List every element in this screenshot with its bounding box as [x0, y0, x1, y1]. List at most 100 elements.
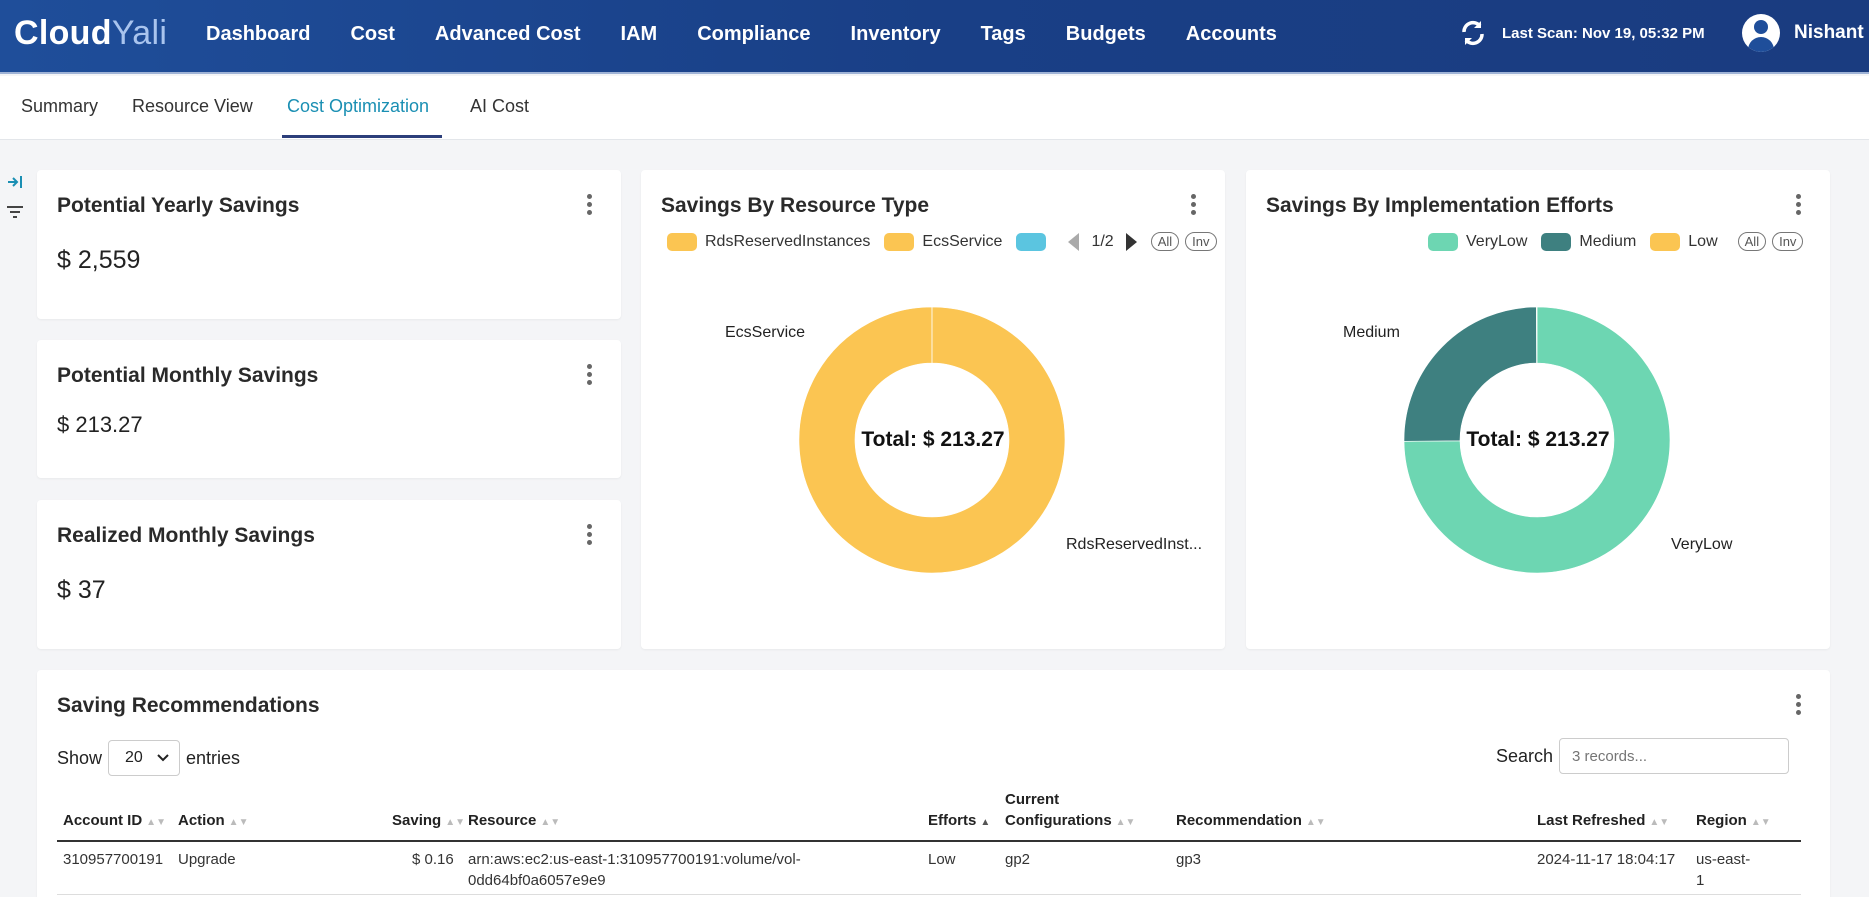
- nav-budgets[interactable]: Budgets: [1066, 23, 1146, 46]
- cloudyali-logo[interactable]: CloudYali: [14, 14, 167, 53]
- col-recommendation[interactable]: Recommendation ▲▼: [1176, 810, 1326, 833]
- yearly-savings-title: Potential Yearly Savings: [57, 194, 300, 217]
- more-options-icon[interactable]: [1191, 194, 1197, 218]
- recommendations-card: Saving Recommendations Show 20 entries S…: [37, 670, 1830, 897]
- nav-cost[interactable]: Cost: [350, 23, 394, 46]
- effort-chart-legend: VeryLow Medium Low All Inv: [1428, 232, 1804, 251]
- sort-icon: ▲▼: [540, 817, 561, 828]
- cell-saving: $ 0.16: [412, 851, 454, 868]
- more-options-icon[interactable]: [587, 524, 593, 548]
- user-avatar-icon: [1742, 14, 1780, 52]
- col-action[interactable]: Action ▲▼: [178, 810, 248, 833]
- legend-swatch: [1016, 232, 1047, 251]
- col-account-id[interactable]: Account ID ▲▼: [63, 810, 166, 833]
- entries-value: 20: [125, 749, 143, 766]
- legend-select-all[interactable]: All: [1737, 232, 1767, 251]
- resource-label-ecs: EcsService: [725, 324, 806, 341]
- search-input[interactable]: [1559, 738, 1789, 774]
- nav-iam[interactable]: IAM: [621, 23, 658, 46]
- cell-resource: arn:aws:ec2:us-east-1:310957700191:volum…: [468, 851, 801, 889]
- sub-tabs: Summary Resource View Cost Optimization …: [0, 76, 1869, 140]
- effort-label-medium: Medium: [1343, 324, 1400, 341]
- more-options-icon[interactable]: [1796, 694, 1802, 718]
- resource-chart-title: Savings By Resource Type: [661, 194, 930, 217]
- legend-page: 1/2: [1091, 232, 1114, 250]
- left-rail: [6, 174, 28, 234]
- legend-prev-icon[interactable]: [1068, 232, 1080, 251]
- effort-donut-total: Total: $ 213.27: [1466, 428, 1610, 451]
- legend-swatch: [1541, 232, 1572, 251]
- effort-chart-card: Savings By Implementation Efforts VeryLo…: [1246, 170, 1830, 649]
- sort-asc-icon: ▲: [980, 817, 991, 828]
- show-label: Show: [57, 747, 103, 768]
- page-size-control: Show 20 entries: [57, 740, 240, 776]
- donut-slice-medium[interactable]: [1403, 306, 1537, 442]
- realized-savings-title: Realized Monthly Savings: [57, 524, 315, 547]
- col-region[interactable]: Region ▲▼: [1696, 810, 1771, 833]
- monthly-savings-title: Potential Monthly Savings: [57, 364, 319, 387]
- effort-label-verylow: VeryLow: [1671, 536, 1733, 553]
- nav-accounts[interactable]: Accounts: [1186, 23, 1277, 46]
- last-scan-text: Last Scan: Nov 19, 05:32 PM: [1502, 24, 1705, 42]
- donut-slice-low[interactable]: [1536, 306, 1538, 364]
- col-resource[interactable]: Resource ▲▼: [468, 810, 560, 833]
- sort-icon: ▲▼: [1115, 817, 1136, 828]
- tab-summary[interactable]: Summary: [21, 96, 98, 117]
- search-label: Search: [1496, 746, 1554, 766]
- table-header-divider: [57, 840, 1801, 842]
- resource-donut-total: Total: $ 213.27: [861, 428, 1005, 451]
- nav-compliance[interactable]: Compliance: [697, 23, 810, 46]
- user-menu[interactable]: Nishant ▼: [1742, 14, 1869, 52]
- nav-dashboard[interactable]: Dashboard: [206, 23, 310, 46]
- legend-next-icon[interactable]: [1125, 232, 1137, 251]
- more-options-icon[interactable]: [587, 194, 593, 218]
- legend-item-medium[interactable]: Medium: [1541, 232, 1636, 251]
- entries-select[interactable]: 20: [108, 740, 181, 776]
- sort-icon: ▲▼: [1305, 817, 1326, 828]
- col-last-refreshed[interactable]: Last Refreshed ▲▼: [1537, 810, 1669, 833]
- cell-recommendation: gp3: [1176, 851, 1202, 868]
- legend-item-truncated[interactable]: [1016, 232, 1047, 251]
- legend-item-rds[interactable]: RdsReservedInstances: [667, 232, 870, 251]
- nav-inventory[interactable]: Inventory: [851, 23, 941, 46]
- filter-icon[interactable]: [6, 204, 24, 220]
- col-efforts[interactable]: Efforts ▲: [928, 810, 990, 833]
- refresh-icon[interactable]: [1458, 18, 1488, 48]
- expand-sidebar-icon[interactable]: [6, 174, 24, 190]
- last-scan: Last Scan: Nov 19, 05:32 PM: [1458, 18, 1705, 48]
- row-divider: [57, 894, 1801, 895]
- legend-inverse[interactable]: Inv: [1185, 232, 1217, 251]
- nav-advanced-cost[interactable]: Advanced Cost: [435, 23, 581, 46]
- realized-savings-value: $ 37: [57, 576, 106, 604]
- col-current-config[interactable]: Current Configurations ▲▼: [1005, 789, 1135, 833]
- sort-icon: ▲▼: [445, 817, 465, 828]
- cell-last-refreshed: 2024-11-17 18:04:17: [1537, 851, 1676, 868]
- tab-resource-view[interactable]: Resource View: [132, 96, 253, 117]
- cell-efforts: Low: [928, 851, 956, 868]
- more-options-icon[interactable]: [1796, 194, 1802, 218]
- nav-tags[interactable]: Tags: [981, 23, 1026, 46]
- sort-icon: ▲▼: [228, 817, 249, 828]
- cell-current-config: gp2: [1005, 851, 1031, 868]
- chevron-down-icon: [157, 754, 169, 762]
- tab-cost-optimization[interactable]: Cost Optimization: [287, 96, 429, 117]
- legend-item-ecs[interactable]: EcsService: [884, 232, 1002, 251]
- resource-label-rds: RdsReservedInst...: [1066, 536, 1203, 553]
- user-name: Nishant: [1794, 22, 1864, 43]
- yearly-savings-card: Potential Yearly Savings $ 2,559: [37, 170, 621, 319]
- effort-chart-title: Savings By Implementation Efforts: [1266, 194, 1614, 217]
- legend-item-low[interactable]: Low: [1650, 232, 1718, 251]
- more-options-icon[interactable]: [587, 364, 593, 388]
- entries-label: entries: [186, 747, 241, 768]
- col-saving[interactable]: Saving ▲▼: [392, 810, 465, 833]
- top-navbar: CloudYali Dashboard Cost Advanced Cost I…: [0, 0, 1869, 74]
- cell-account-id: 310957700191: [63, 851, 164, 868]
- legend-swatch: [1650, 232, 1681, 251]
- legend-select-all[interactable]: All: [1150, 232, 1180, 251]
- legend-inverse[interactable]: Inv: [1772, 232, 1804, 251]
- sort-icon: ▲▼: [146, 817, 166, 828]
- main-nav: Dashboard Cost Advanced Cost IAM Complia…: [186, 0, 1297, 68]
- tab-ai-cost[interactable]: AI Cost: [470, 96, 529, 117]
- legend-swatch: [884, 232, 915, 251]
- legend-item-verylow[interactable]: VeryLow: [1428, 232, 1527, 251]
